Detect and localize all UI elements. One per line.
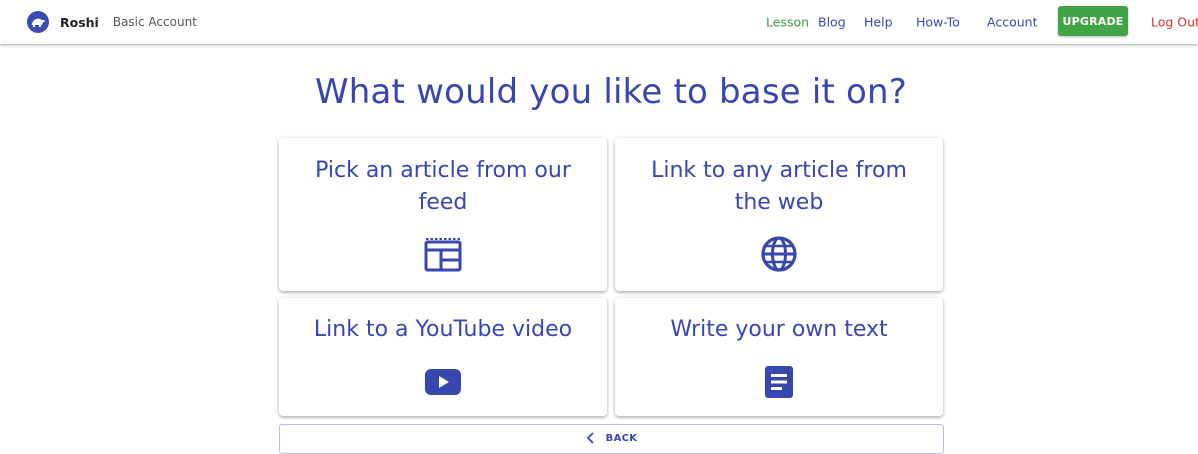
nav-lesson-link[interactable]: Lesson: [766, 15, 809, 30]
page-title: What would you like to base it on?: [314, 72, 908, 112]
option-card-feed[interactable]: Pick an article from our feed: [279, 138, 607, 291]
nav-howto-link[interactable]: How-To: [916, 15, 960, 30]
option-card-label: Link to a YouTube video: [313, 317, 573, 342]
chevron-left-icon: [586, 429, 594, 448]
nav-help-link[interactable]: Help: [864, 15, 893, 30]
globe-icon: [759, 234, 799, 274]
option-card-label: Write your own text: [670, 317, 888, 342]
document-text-icon: [759, 362, 799, 402]
roshi-logo-icon[interactable]: [27, 11, 49, 33]
top-navbar: Roshi Basic Account Lesson Blog Help How…: [0, 0, 1198, 44]
nav-blog-link[interactable]: Blog: [818, 15, 846, 30]
option-card-web[interactable]: Link to any article from the web: [615, 138, 943, 291]
brand-name[interactable]: Roshi: [60, 15, 99, 30]
youtube-play-icon: [423, 362, 463, 402]
account-type-label: Basic Account: [112, 15, 197, 29]
feed-layout-icon: [423, 234, 463, 274]
nav-account-link[interactable]: Account: [987, 15, 1037, 30]
back-button-label: BACK: [605, 433, 638, 444]
back-button-content: BACK: [586, 429, 638, 448]
option-card-label: Pick an article from our feed: [315, 158, 571, 215]
option-card-own-text[interactable]: Write your own text: [615, 298, 943, 416]
logout-link[interactable]: Log Out: [1151, 15, 1198, 30]
upgrade-button[interactable]: UPGRADE: [1058, 6, 1128, 36]
option-card-label: Link to any article from the web: [651, 158, 907, 215]
option-card-youtube[interactable]: Link to a YouTube video: [279, 298, 607, 416]
back-button[interactable]: BACK: [279, 424, 944, 454]
